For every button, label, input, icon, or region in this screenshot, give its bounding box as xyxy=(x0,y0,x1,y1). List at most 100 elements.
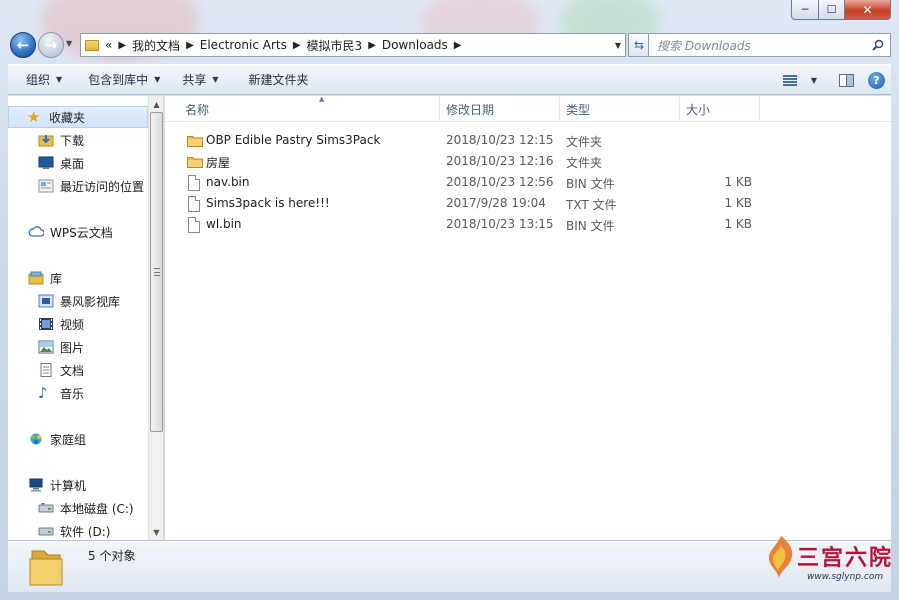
column-date[interactable]: 修改日期 xyxy=(440,96,560,122)
nav-computer-label: 计算机 xyxy=(50,478,87,493)
recent-pages-button[interactable]: ▼ xyxy=(66,39,72,48)
file-icon xyxy=(188,217,200,233)
computer-icon xyxy=(28,478,44,492)
nav-homegroup-label: 家庭组 xyxy=(50,432,87,447)
site-watermark: 三宫六院 www.sglynp.com xyxy=(761,532,891,592)
file-type: BIN 文件 xyxy=(566,219,615,233)
scroll-down-icon[interactable]: ▼ xyxy=(149,524,163,540)
share-button[interactable]: 共享 ▼ xyxy=(172,68,228,92)
nav-drive-c[interactable]: 本地磁盘 (C:) xyxy=(38,497,134,519)
breadcrumb-overflow[interactable]: « xyxy=(105,38,112,52)
search-input[interactable]: 搜索 Downloads xyxy=(648,33,891,57)
include-in-library-button[interactable]: 包含到库中 ▼ xyxy=(78,68,170,92)
file-icon xyxy=(188,175,200,191)
file-date: 2018/10/23 13:15 xyxy=(446,217,554,231)
scroll-up-icon[interactable]: ▲ xyxy=(149,96,163,112)
column-size[interactable]: 大小 xyxy=(680,96,760,122)
file-size: 1 KB xyxy=(724,196,752,210)
nav-music-label: 音乐 xyxy=(60,386,85,401)
close-button[interactable]: ✕ xyxy=(845,0,891,20)
nav-drive-d[interactable]: 软件 (D:) xyxy=(38,520,110,540)
chevron-right-icon[interactable]: ▶ xyxy=(293,40,301,51)
watermark-text: 三宫六院 xyxy=(797,545,894,571)
folder-icon xyxy=(85,39,99,51)
recent-places-icon xyxy=(38,179,54,193)
homegroup-icon xyxy=(28,432,44,446)
nav-downloads[interactable]: 下载 xyxy=(38,129,84,151)
nav-scrollbar[interactable]: ▲ ▼ xyxy=(148,96,163,540)
document-icon xyxy=(38,363,54,377)
nav-favorites[interactable]: ★ 收藏夹 xyxy=(8,106,148,128)
nav-desktop[interactable]: 桌面 xyxy=(38,152,84,174)
nav-videos-label: 视频 xyxy=(60,317,85,332)
search-icon[interactable] xyxy=(872,39,884,51)
forward-button[interactable]: → xyxy=(38,32,64,58)
file-row[interactable]: Sims3pack is here!!! 2017/9/28 19:04 TXT… xyxy=(177,193,767,214)
maximize-button[interactable]: ☐ xyxy=(819,0,845,20)
star-icon: ★ xyxy=(27,108,41,126)
nav-computer[interactable]: 计算机 xyxy=(28,474,86,496)
minimize-button[interactable]: ─ xyxy=(791,0,819,20)
address-bar[interactable]: « ▶ 我的文档 ▶ Electronic Arts ▶ 模拟市民3 ▶ Dow… xyxy=(80,33,626,57)
navigation-bar: ← → ▼ « ▶ 我的文档 ▶ Electronic Arts ▶ 模拟市民3… xyxy=(8,30,891,60)
organize-button[interactable]: 组织 ▼ xyxy=(16,68,72,92)
chevron-right-icon[interactable]: ▶ xyxy=(118,40,126,51)
nav-wps-cloud-label: WPS云文档 xyxy=(50,225,113,240)
nav-documents-label: 文档 xyxy=(60,363,85,378)
include-in-library-label: 包含到库中 xyxy=(88,73,149,87)
file-name: Sims3pack is here!!! xyxy=(206,196,330,210)
column-size-label: 大小 xyxy=(686,102,711,117)
chevron-right-icon[interactable]: ▶ xyxy=(186,40,194,51)
file-type: 文件夹 xyxy=(566,135,603,149)
file-date: 2018/10/23 12:56 xyxy=(446,175,554,189)
breadcrumb-electronic-arts[interactable]: Electronic Arts xyxy=(200,38,287,52)
file-date: 2018/10/23 12:15 xyxy=(446,133,554,147)
breadcrumb-my-documents[interactable]: 我的文档 xyxy=(132,37,180,54)
file-row[interactable]: 房屋 2018/10/23 12:16 文件夹 xyxy=(177,151,767,172)
folder-icon xyxy=(187,157,203,168)
file-row[interactable]: wl.bin 2018/10/23 13:15 BIN 文件 1 KB xyxy=(177,214,767,235)
breadcrumb-sims3[interactable]: 模拟市民3 xyxy=(307,37,363,54)
file-row[interactable]: OBP Edible Pastry Sims3Pack 2018/10/23 1… xyxy=(177,130,767,151)
toolbar-right: ▼ ? xyxy=(782,65,891,96)
drive-icon xyxy=(38,501,54,515)
nav-pictures[interactable]: 图片 xyxy=(38,336,84,358)
nav-music[interactable]: ♪ 音乐 xyxy=(38,382,84,404)
file-date: 2017/9/28 19:04 xyxy=(446,196,546,210)
back-button[interactable]: ← xyxy=(10,32,36,58)
refresh-button[interactable]: ⇆ xyxy=(628,33,650,57)
watermark-url: www.sglynp.com xyxy=(807,572,884,582)
close-icon: ✕ xyxy=(862,2,873,17)
breadcrumb-downloads[interactable]: Downloads xyxy=(382,38,448,52)
views-dropdown-icon[interactable]: ▼ xyxy=(811,76,817,85)
file-type: BIN 文件 xyxy=(566,177,615,191)
chevron-right-icon[interactable]: ▶ xyxy=(368,40,376,51)
views-icon[interactable] xyxy=(782,74,797,87)
address-history-dropdown[interactable]: ▼ xyxy=(615,41,621,50)
column-date-label: 修改日期 xyxy=(446,102,495,117)
file-type: 文件夹 xyxy=(566,156,603,170)
nav-libraries[interactable]: 库 xyxy=(28,267,62,289)
column-name[interactable]: 名称 ▲ xyxy=(179,95,440,122)
new-folder-label: 新建文件夹 xyxy=(248,73,309,87)
nav-drive-c-label: 本地磁盘 (C:) xyxy=(60,501,134,516)
help-icon[interactable]: ? xyxy=(868,72,885,89)
column-type[interactable]: 类型 xyxy=(560,96,680,122)
nav-libraries-label: 库 xyxy=(50,271,63,286)
preview-pane-icon[interactable] xyxy=(839,74,854,87)
nav-recent-places[interactable]: 最近访问的位置 xyxy=(38,175,144,197)
nav-drive-d-label: 软件 (D:) xyxy=(60,524,111,539)
file-row[interactable]: nav.bin 2018/10/23 12:56 BIN 文件 1 KB xyxy=(177,172,767,193)
file-name: nav.bin xyxy=(206,175,250,189)
nav-documents[interactable]: 文档 xyxy=(38,359,84,381)
file-size: 1 KB xyxy=(724,217,752,231)
nav-baofeng-library[interactable]: 暴风影视库 xyxy=(38,290,120,312)
film-icon xyxy=(38,317,54,331)
chevron-right-icon[interactable]: ▶ xyxy=(454,40,462,51)
nav-homegroup[interactable]: 家庭组 xyxy=(28,428,86,450)
nav-wps-cloud[interactable]: WPS云文档 xyxy=(28,221,113,243)
navigation-pane: ★ 收藏夹 下载 桌面 最近访问的位置 WPS云文档 库 暴风影视库 视频 图片… xyxy=(8,96,164,540)
scroll-thumb[interactable] xyxy=(150,112,163,432)
nav-videos[interactable]: 视频 xyxy=(38,313,84,335)
new-folder-button[interactable]: 新建文件夹 xyxy=(239,68,319,92)
